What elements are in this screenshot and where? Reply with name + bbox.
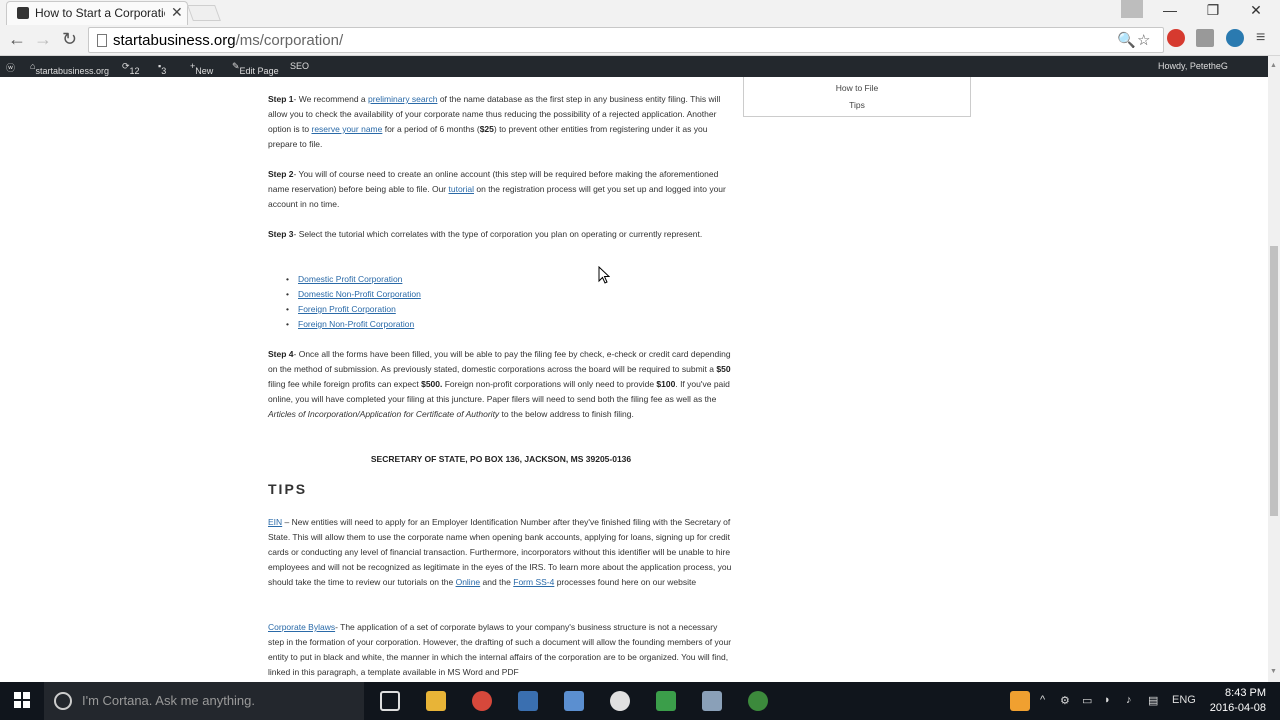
itunes-icon[interactable] [610,691,630,711]
action-center-icon[interactable]: ▤ [1148,694,1158,707]
corporate-bylaws-link[interactable]: Corporate Bylaws [268,622,335,632]
form-ss4-link[interactable]: Form SS-4 [513,577,554,587]
close-window-button[interactable]: ✕ [1241,2,1271,19]
notification-badge-icon[interactable] [1010,691,1030,711]
step-4-paragraph: Step 4- Once all the forms have been fil… [268,349,731,419]
tips-heading: TIPS [268,481,308,497]
new-tab-button[interactable] [187,5,221,21]
opera-extension-icon[interactable] [1167,29,1185,47]
reserve-your-name-link[interactable]: reserve your name [311,124,382,134]
favicon-icon [17,7,29,19]
wifi-icon[interactable]: ◗ [1104,694,1111,706]
menu-icon[interactable]: ≡ [1256,29,1265,47]
back-icon[interactable]: ← [8,29,26,50]
mouse-cursor-icon [598,266,610,284]
chrome-icon[interactable] [472,691,492,711]
bylaws-paragraph: Corporate Bylaws- The application of a s… [268,622,732,677]
sidebar-item-how-to-file[interactable]: How to File [744,80,970,97]
wordpress-admin-bar: ⓦ ⌂ startabusiness.org ⟳ 12 ▪ 3 + New ✎ … [0,56,1268,77]
step-1-paragraph: Step 1- We recommend a preliminary searc… [268,94,721,149]
seo-link[interactable]: SEO [290,61,309,71]
tab-title: How to Start a Corporatio [35,6,165,20]
show-hidden-icons[interactable]: ^ [1040,694,1045,706]
updates-link[interactable]: ⟳ 12 [122,61,140,76]
preliminary-search-link[interactable]: preliminary search [368,94,437,104]
search-icon[interactable]: 🔍 [1117,31,1136,49]
browser-tab[interactable]: How to Start a Corporatio ✕ [6,1,188,25]
foreign-profit-link[interactable]: Foreign Profit Corporation [286,302,396,317]
restore-button[interactable]: ❐ [1198,2,1228,19]
extension-icon[interactable] [1196,29,1214,47]
scroll-up-icon[interactable]: ▲ [1270,62,1277,69]
windows-start-icon[interactable] [14,692,30,708]
extension-icon-2[interactable] [1226,29,1244,47]
cortana-placeholder: I'm Cortana. Ask me anything. [82,693,256,708]
scroll-down-icon[interactable]: ▼ [1270,668,1277,675]
file-explorer-icon[interactable] [426,691,446,711]
close-tab-icon[interactable]: ✕ [171,4,183,21]
page-icon [97,34,107,47]
app-icon-round[interactable] [748,691,768,711]
step-3-paragraph: Step 3- Select the tutorial which correl… [268,229,703,239]
domestic-non-profit-link[interactable]: Domestic Non-Profit Corporation [286,287,421,302]
tab-strip: How to Start a Corporatio ✕ — ❐ ✕ [0,0,1280,25]
app-icon-green[interactable] [656,691,676,711]
edit-page-link[interactable]: ✎ Edit Page [232,61,279,76]
bookmark-star-icon[interactable]: ☆ [1137,31,1150,49]
reload-icon[interactable]: ↻ [62,29,77,50]
app-icon-gray[interactable] [702,691,722,711]
minimize-button[interactable]: — [1155,2,1185,18]
video-app-icon[interactable] [518,691,538,711]
forward-icon[interactable]: → [34,29,52,50]
site-name-link[interactable]: ⌂ startabusiness.org [30,61,109,76]
address-bar[interactable]: startabusiness.org/ms/corporation/ 🔍 ☆ [88,27,1164,53]
clock[interactable]: 8:43 PM 2016-04-08 [1208,686,1266,716]
clock-date: 2016-04-08 [1209,702,1266,714]
windows-taskbar: I'm Cortana. Ask me anything. ^ ⚙ ▭ ◗ ♪ … [0,682,1280,720]
cortana-search-box[interactable]: I'm Cortana. Ask me anything. [44,682,364,720]
sidebar-item-tips[interactable]: Tips [744,97,970,114]
browser-toolbar: ← → ↻ startabusiness.org/ms/corporation/… [0,25,1280,56]
domestic-profit-link[interactable]: Domestic Profit Corporation [286,272,402,287]
comments-link[interactable]: ▪ 3 [158,61,166,76]
foreign-non-profit-link[interactable]: Foreign Non-Profit Corporation [286,317,414,332]
howdy-user[interactable]: Howdy, PetetheG [1158,61,1228,71]
wordpress-logo-icon[interactable]: ⓦ [6,61,15,74]
language-indicator[interactable]: ENG [1172,694,1196,706]
mailing-address: SECRETARY OF STATE, PO BOX 136, JACKSON,… [370,454,632,464]
document-app-icon[interactable] [564,691,584,711]
url-text[interactable]: startabusiness.org/ms/corporation/ [113,32,343,49]
volume-icon[interactable]: ♪ [1126,694,1132,706]
task-view-icon[interactable] [380,691,400,711]
tutorial-link[interactable]: tutorial [449,184,475,194]
ein-link[interactable]: EIN [268,517,282,527]
new-link[interactable]: + New [190,61,213,76]
cortana-icon [54,692,72,710]
sidebar-nav-box: How to File Tips [743,77,971,117]
scrollbar-thumb[interactable] [1270,246,1278,516]
ein-paragraph: EIN – New entities will need to apply fo… [268,517,732,587]
online-link[interactable]: Online [456,577,481,587]
user-profile-icon[interactable] [1121,0,1143,18]
step-2-paragraph: Step 2- You will of course need to creat… [268,169,726,209]
clock-time: 8:43 PM [1225,687,1266,699]
network-icon[interactable]: ⚙ [1060,694,1070,707]
page-scrollbar[interactable]: ▲ ▼ [1268,56,1280,682]
battery-icon[interactable]: ▭ [1082,694,1092,707]
